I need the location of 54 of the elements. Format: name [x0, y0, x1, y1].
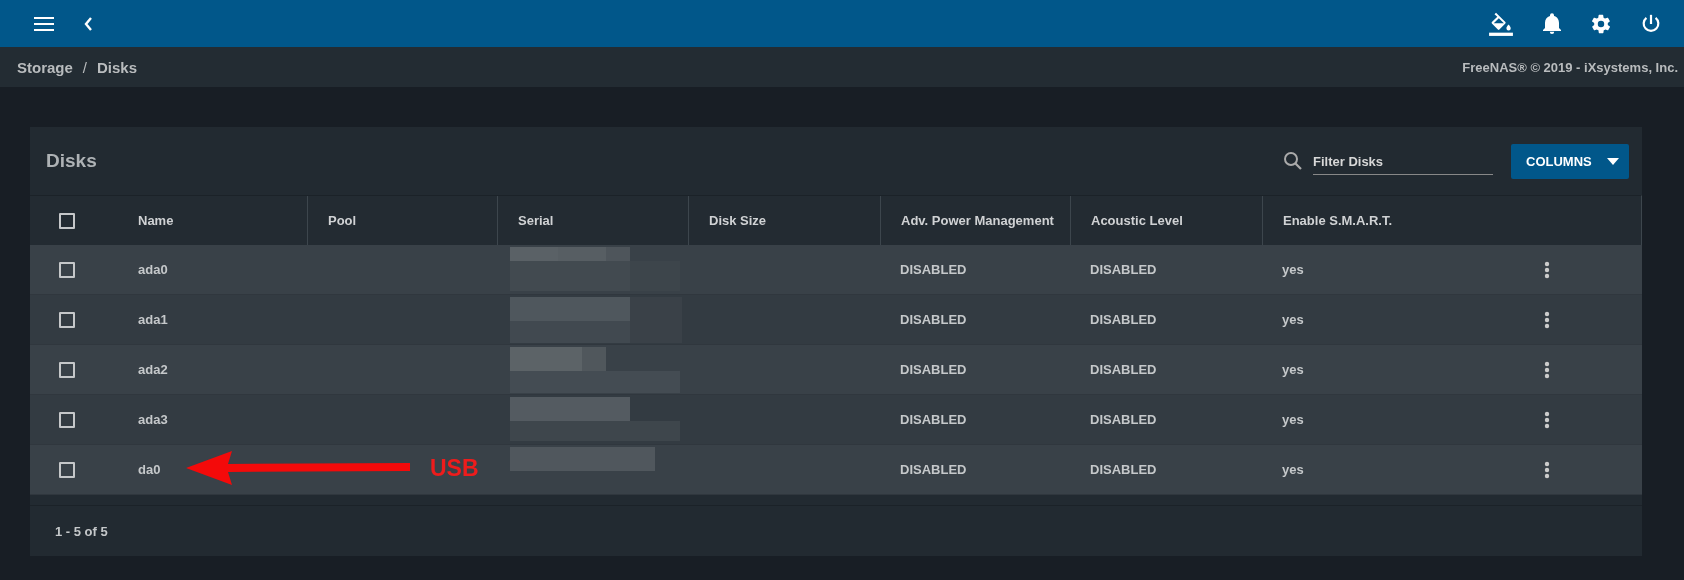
row-checkbox[interactable]: [59, 361, 75, 378]
table-cell: da0: [138, 462, 161, 477]
more-options-icon[interactable]: [1544, 360, 1550, 379]
row-checkbox[interactable]: [59, 411, 75, 428]
breadcrumb-item[interactable]: Storage: [17, 58, 73, 76]
table-cell: yes: [1282, 412, 1304, 427]
select-all-checkbox[interactable]: [59, 212, 75, 229]
table-cell: DISABLED: [1090, 262, 1157, 277]
table-cell: DISABLED: [900, 412, 967, 427]
breadcrumb-separator: /: [82, 58, 88, 76]
table-row[interactable]: ada3 DISABLED DISABLED yes: [30, 395, 1642, 445]
table-cell: ada0: [138, 262, 168, 277]
column-header[interactable]: Adv. Power Management: [901, 213, 1054, 228]
column-header[interactable]: Disk Size: [709, 213, 767, 228]
row-checkbox[interactable]: [59, 311, 75, 328]
row-checkbox[interactable]: [59, 261, 75, 278]
table-cell: DISABLED: [900, 262, 967, 277]
table-row[interactable]: ada0 DISABLED DISABLED yes: [30, 245, 1642, 295]
pagination-text: 1 - 5 of 5: [55, 523, 108, 539]
table-cell: DISABLED: [900, 312, 967, 327]
annotation-label: USB: [430, 455, 479, 482]
table-cell: yes: [1282, 462, 1304, 477]
table-cell: DISABLED: [1090, 412, 1157, 427]
copyright-text: FreeNAS® © 2019 - iXsystems, Inc.: [1462, 59, 1678, 75]
more-options-icon[interactable]: [1544, 410, 1550, 429]
more-options-icon[interactable]: [1544, 310, 1550, 329]
columns-button[interactable]: COLUMNS: [1511, 143, 1629, 179]
column-header[interactable]: Serial: [518, 213, 554, 228]
table-row[interactable]: ada2 DISABLED DISABLED yes: [30, 345, 1642, 395]
table-cell: yes: [1282, 362, 1304, 377]
table-cell: yes: [1282, 312, 1304, 327]
more-options-icon[interactable]: [1544, 460, 1550, 479]
table-cell: ada2: [138, 362, 168, 377]
table-cell: ada3: [138, 412, 168, 427]
table-cell: ada1: [138, 312, 168, 327]
table-cell: DISABLED: [900, 362, 967, 377]
filter-field[interactable]: Filter Disks: [1313, 147, 1493, 175]
column-header[interactable]: Enable S.M.A.R.T.: [1283, 213, 1393, 228]
column-header[interactable]: Pool: [328, 213, 357, 228]
row-checkbox[interactable]: [59, 461, 75, 478]
card-title: Disks: [46, 150, 97, 172]
table-cell: DISABLED: [1090, 312, 1157, 327]
search-icon: [1283, 151, 1303, 171]
table-cell: DISABLED: [1090, 462, 1157, 477]
table-cell: yes: [1282, 262, 1304, 277]
column-header[interactable]: Name: [138, 213, 174, 228]
table-row[interactable]: da0 USB DISABLED DISABLED yes: [30, 445, 1642, 495]
breadcrumb-item: Disks: [97, 58, 138, 76]
table-cell: DISABLED: [900, 462, 967, 477]
caret-icon: [1607, 157, 1619, 165]
table-cell: DISABLED: [1090, 362, 1157, 377]
more-options-icon[interactable]: [1544, 260, 1550, 279]
column-header[interactable]: Acoustic Level: [1091, 213, 1183, 228]
table-row[interactable]: ada1 DISABLED DISABLED yes: [30, 295, 1642, 345]
